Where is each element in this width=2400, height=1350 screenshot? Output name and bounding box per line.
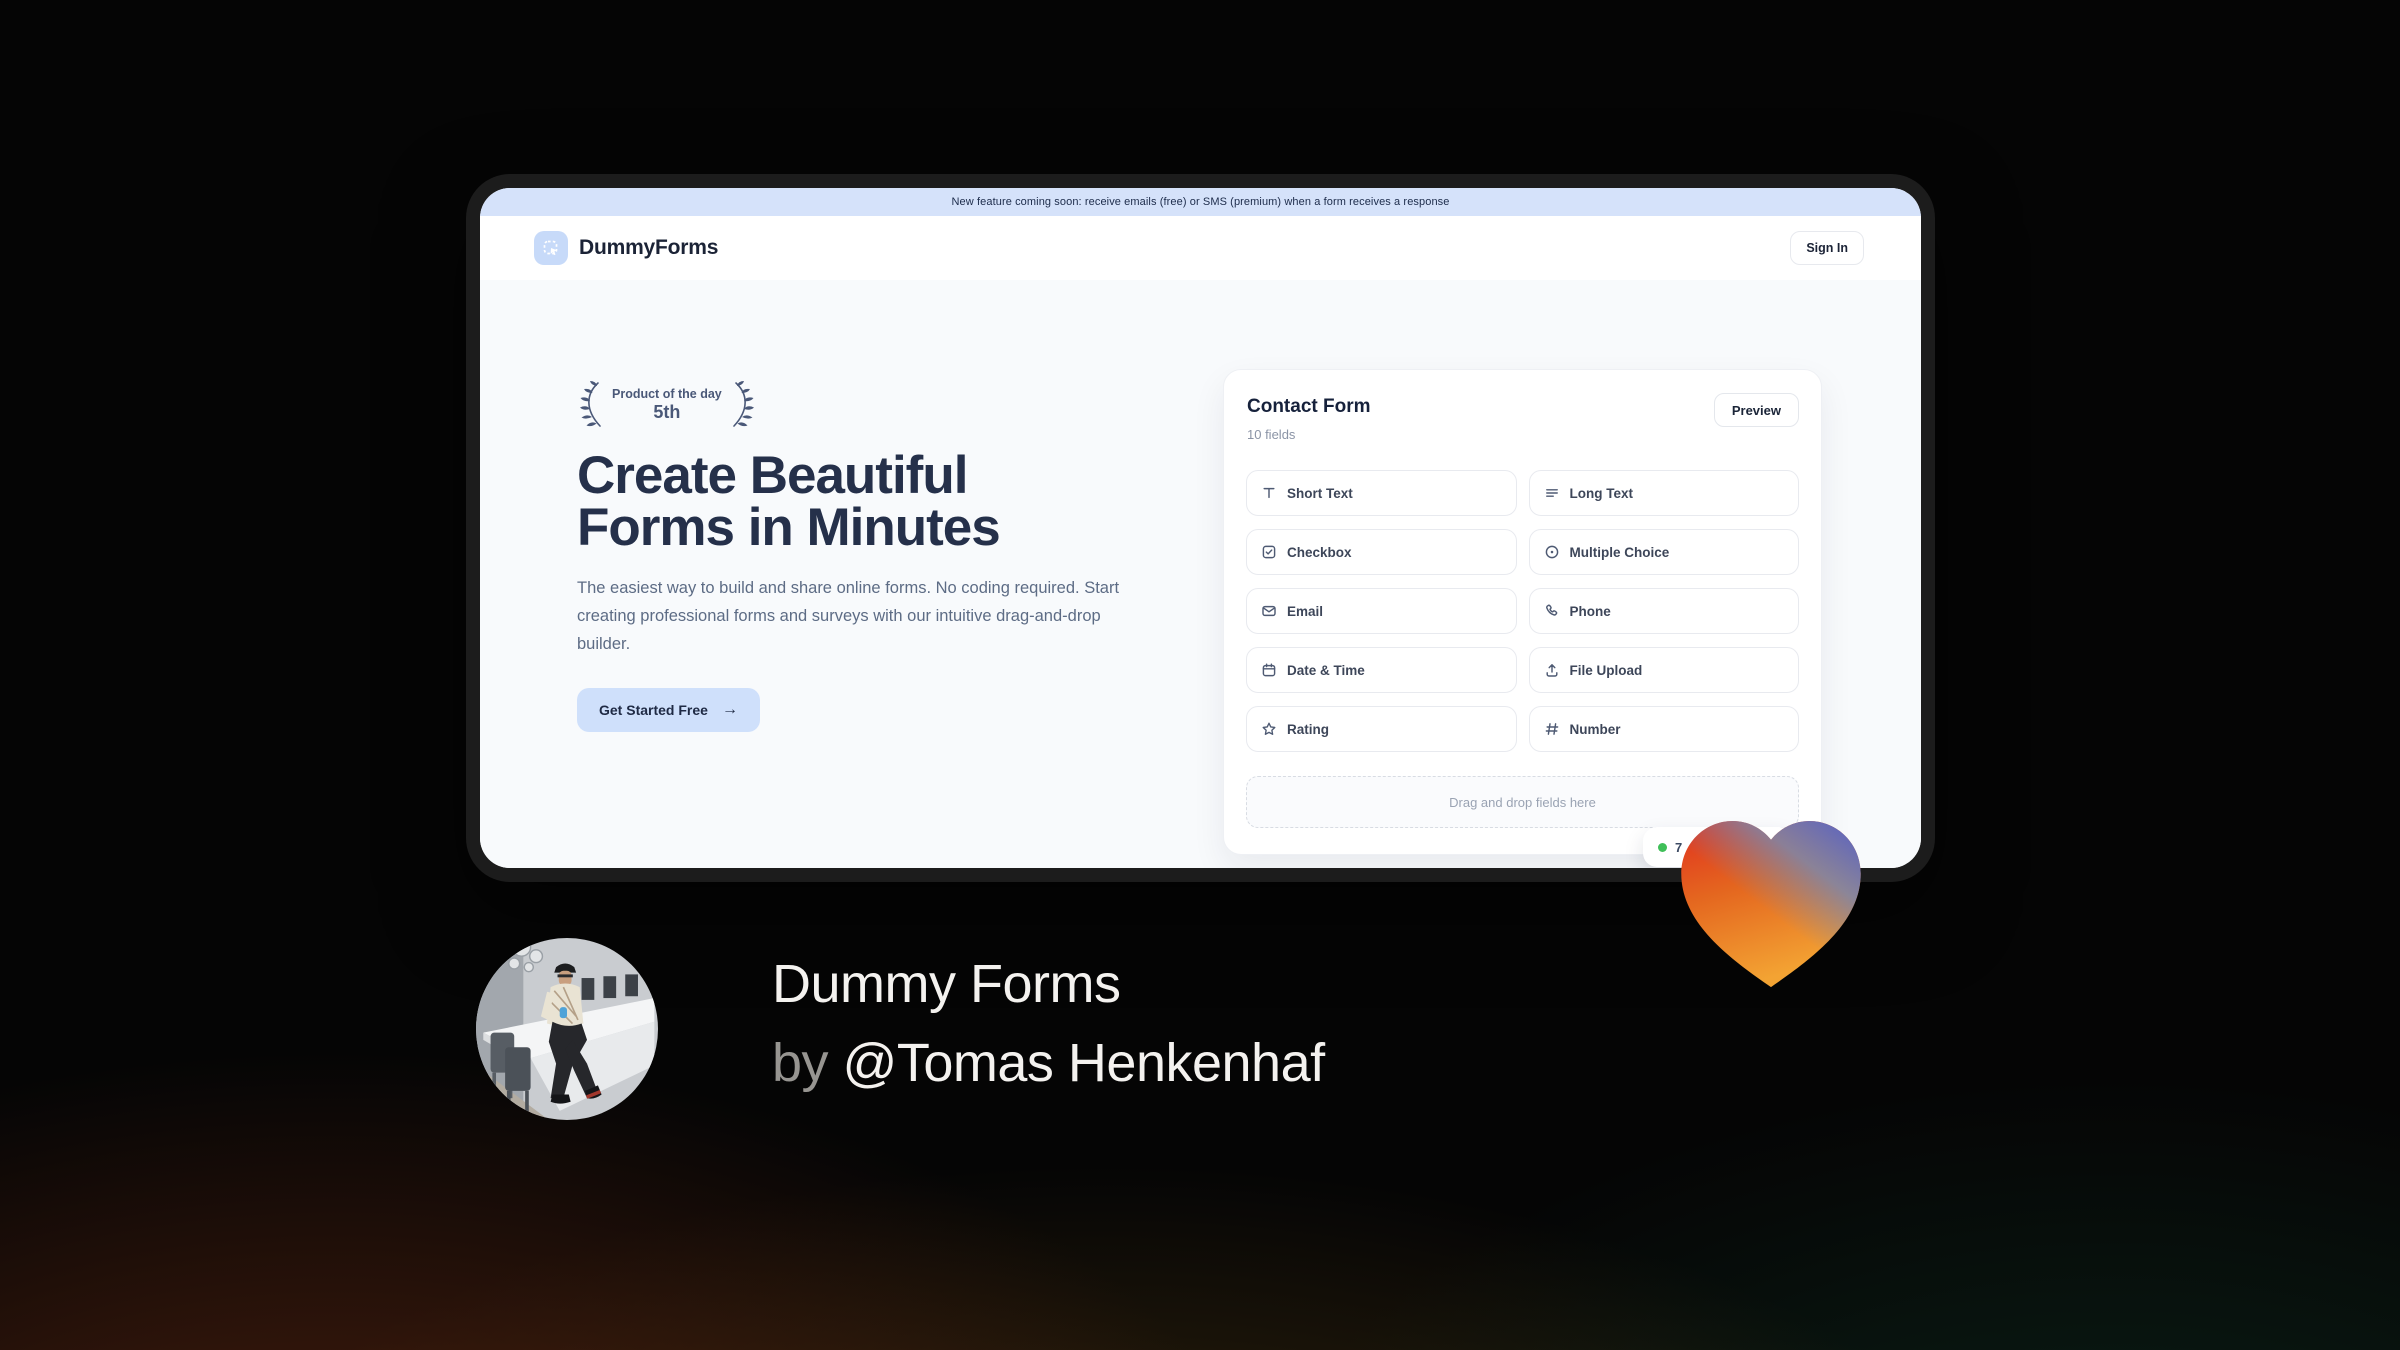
- cursor-selection-icon: [543, 240, 557, 255]
- hash-icon: [1545, 723, 1558, 735]
- form-builder-card: Contact Form 10 fields Preview Short Tex…: [1223, 369, 1822, 867]
- field-label: Email: [1287, 603, 1324, 619]
- field-number[interactable]: Number: [1528, 706, 1799, 752]
- laurel-branch-icon: [580, 381, 601, 427]
- author-avatar: [476, 938, 658, 1120]
- dropzone-text: Drag and drop fields here: [1449, 794, 1596, 810]
- laurel-branch-icon: [732, 381, 754, 427]
- arrow-right-icon: →: [721, 701, 738, 718]
- field-email[interactable]: Email: [1246, 588, 1517, 634]
- hero-title: Create Beautiful Forms in Minutes: [577, 446, 1001, 557]
- announcement-banner: New feature coming soon: receive emails …: [480, 188, 1921, 216]
- award-line2: 5th: [653, 401, 681, 422]
- product-of-the-day-badge: Product of the day 5th: [577, 380, 1157, 430]
- field-rating[interactable]: Rating: [1246, 706, 1517, 752]
- field-label: Number: [1569, 721, 1621, 737]
- envelope-icon: [1262, 605, 1276, 617]
- upload-icon: [1545, 664, 1558, 677]
- form-field-count: 10 fields: [1247, 427, 1296, 442]
- app-header: DummyForms Sign In: [480, 216, 1921, 280]
- sign-in-button[interactable]: Sign In: [1790, 231, 1864, 265]
- long-text-icon: [1545, 489, 1558, 497]
- brand-name: DummyForms: [579, 236, 719, 259]
- credit-byline-prefix: by: [772, 1033, 843, 1093]
- preview-button[interactable]: Preview: [1713, 393, 1799, 427]
- credit-author-handle: @Tomas Henkenhaf: [842, 1033, 1326, 1093]
- hero-description: The easiest way to build and share onlin…: [577, 579, 1120, 653]
- field-short-text[interactable]: Short Text: [1246, 470, 1517, 516]
- field-long-text[interactable]: Long Text: [1528, 470, 1799, 516]
- form-title: Contact Form: [1247, 396, 1371, 417]
- short-text-icon: [1263, 487, 1275, 499]
- field-label: Phone: [1569, 603, 1611, 619]
- field-label: Multiple Choice: [1569, 544, 1670, 560]
- field-palette: Short Text Long Text Checkbox Multiple C…: [1246, 470, 1799, 752]
- calendar-icon: [1262, 663, 1276, 677]
- field-label: Checkbox: [1287, 544, 1352, 560]
- browser-window: New feature coming soon: receive emails …: [480, 188, 1921, 868]
- field-checkbox[interactable]: Checkbox: [1246, 529, 1517, 575]
- field-multiple-choice[interactable]: Multiple Choice: [1528, 529, 1799, 575]
- star-icon: [1262, 722, 1276, 735]
- field-file-upload[interactable]: File Upload: [1528, 647, 1799, 693]
- hero-section: Product of the day 5th Create Beautiful …: [480, 280, 1921, 868]
- phone-icon: [1545, 604, 1557, 616]
- field-label: Date & Time: [1287, 662, 1365, 678]
- credit-product-name: Dummy Forms: [772, 954, 1121, 1014]
- brand-logo[interactable]: [534, 231, 568, 265]
- promo-canvas: New feature coming soon: receive emails …: [0, 0, 2400, 1350]
- get-started-label: Get Started Free: [599, 702, 708, 718]
- award-text: Product of the day 5th: [612, 387, 722, 422]
- field-label: Long Text: [1569, 485, 1634, 501]
- field-label: File Upload: [1569, 662, 1643, 678]
- radio-circle-icon: [1545, 545, 1558, 559]
- field-phone[interactable]: Phone: [1528, 588, 1799, 634]
- credit-text: Dummy Forms by @Tomas Henkenhaf: [772, 945, 1325, 1103]
- checkbox-icon: [1262, 545, 1276, 559]
- status-dot-icon: [1658, 842, 1667, 852]
- field-label: Short Text: [1287, 485, 1353, 501]
- get-started-button[interactable]: Get Started Free →: [577, 688, 760, 732]
- award-line1: Product of the day: [612, 387, 722, 402]
- field-label: Rating: [1287, 721, 1329, 737]
- gradient-heart-icon: [1681, 820, 1861, 988]
- field-date-time[interactable]: Date & Time: [1246, 647, 1517, 693]
- avatar-photo-illustration: [476, 938, 658, 1120]
- announcement-text: New feature coming soon: receive emails …: [951, 196, 1450, 208]
- hero-copy: Product of the day 5th Create Beautiful …: [577, 380, 1157, 732]
